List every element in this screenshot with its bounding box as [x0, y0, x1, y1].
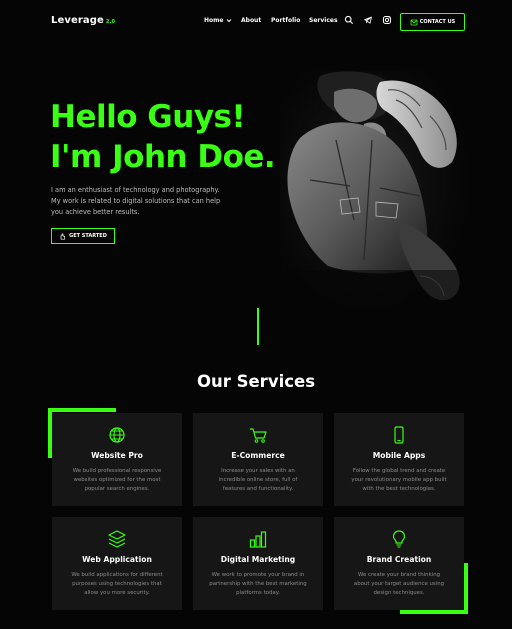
service-card-brand-creation[interactable]: Brand Creation We create your brand thin… [334, 517, 464, 610]
service-title: Website Pro [91, 451, 143, 460]
nav-item-services[interactable]: Services [309, 17, 338, 24]
brand-name: Leverage [51, 15, 104, 26]
service-title: Brand Creation [366, 555, 432, 564]
service-description: Follow the global trend and create your … [344, 467, 454, 494]
search-icon[interactable] [344, 15, 354, 25]
service-description-line: popular search engines. [84, 486, 150, 492]
mobile-icon [394, 426, 404, 444]
service-card-mobile-apps[interactable]: Mobile Apps Follow the global trend and … [334, 413, 464, 506]
service-description-line: features and functionality. [222, 486, 294, 492]
hero-description-line: My work is related to digital solutions … [51, 197, 221, 205]
service-description-line: websites optimized for the most [73, 477, 161, 483]
brand-logo[interactable]: Leverage 2.0 [51, 15, 115, 26]
service-description-line: partnership with the best marketing [209, 581, 307, 587]
scroll-indicator [257, 308, 259, 345]
instagram-icon[interactable] [382, 15, 392, 25]
service-description: Increase your sales with an incredible o… [203, 467, 313, 494]
chevron-down-icon [226, 19, 231, 23]
accent-corner-decoration [464, 563, 468, 614]
service-description: We work to promote your brand in partner… [203, 571, 313, 598]
service-card-e-commerce[interactable]: E-Commerce Increase your sales with an i… [193, 413, 323, 506]
accent-corner-decoration [48, 408, 116, 412]
service-description-line: incredible online store, full of [218, 477, 298, 483]
phone-icon [410, 19, 418, 25]
telegram-icon[interactable] [363, 15, 373, 25]
service-description-line: platforms today. [236, 590, 280, 596]
hand-pointer-icon [60, 233, 66, 240]
services-section-title: Our Services [196, 372, 316, 391]
service-description-line: design techniques. [373, 590, 425, 596]
nav-item-about[interactable]: About [241, 17, 261, 24]
bar-chart-icon [249, 531, 267, 548]
service-description-line: We build professional responsive [72, 468, 162, 474]
service-description-line: purposes using technologies that [72, 581, 162, 587]
service-title: Mobile Apps [372, 451, 426, 460]
service-description-line: We build applications for different [71, 572, 163, 578]
hero-description: I am an enthusiast of technology and pho… [51, 185, 266, 218]
nav-item-portfolio[interactable]: Portfolio [271, 17, 300, 24]
service-title: Digital Marketing [220, 555, 296, 564]
brand-version: 2.0 [105, 19, 116, 25]
contact-us-label: CONTACT US [419, 19, 456, 25]
accent-corner-decoration [400, 610, 468, 614]
service-description-line: We work to promote your brand in [211, 572, 305, 578]
service-title: Web Application [82, 555, 152, 564]
hero-portrait-image [280, 70, 470, 320]
service-description: We create your brand thinking about your… [344, 571, 454, 598]
top-navbar: Leverage 2.0 Home About Portfolio Service… [0, 0, 512, 44]
hero-title-line1: Hello Guys! [50, 99, 246, 135]
service-card-digital-marketing[interactable]: Digital Marketing We work to promote you… [193, 517, 323, 610]
hero-title-line2: I'm John Doe. [50, 139, 276, 175]
get-started-button[interactable]: GET STARTED [51, 228, 115, 244]
service-description-line: Follow the global trend and create [352, 468, 446, 474]
service-description-line: We create your brand thinking [357, 572, 441, 578]
hero-description-line: you achieve better results. [51, 208, 140, 216]
service-title: E-Commerce [231, 451, 285, 460]
globe-icon [109, 427, 125, 443]
cart-icon [250, 428, 267, 443]
nav-item-home[interactable]: Home [204, 17, 232, 24]
service-description-line: Increase your sales with an [221, 468, 295, 474]
hero-description-line: I am an enthusiast of technology and pho… [51, 186, 220, 194]
service-description: We build professional responsive website… [62, 467, 172, 494]
get-started-label: GET STARTED [69, 233, 107, 239]
service-description-line: allow you more security. [84, 590, 150, 596]
layers-icon [108, 530, 126, 548]
service-card-website-pro[interactable]: Website Pro We build professional respon… [52, 413, 182, 506]
service-description: We build applications for different purp… [62, 571, 172, 598]
service-card-web-application[interactable]: Web Application We build applications fo… [52, 517, 182, 610]
service-description-line: your revolutionary mobile app built [351, 477, 447, 483]
service-description-line: about your target audience using [353, 581, 445, 587]
lightbulb-icon [392, 530, 406, 548]
contact-us-button[interactable]: CONTACT US [400, 13, 465, 31]
service-description-line: with the best technologies. [362, 486, 436, 492]
nav-item-home-label: Home [204, 17, 224, 24]
